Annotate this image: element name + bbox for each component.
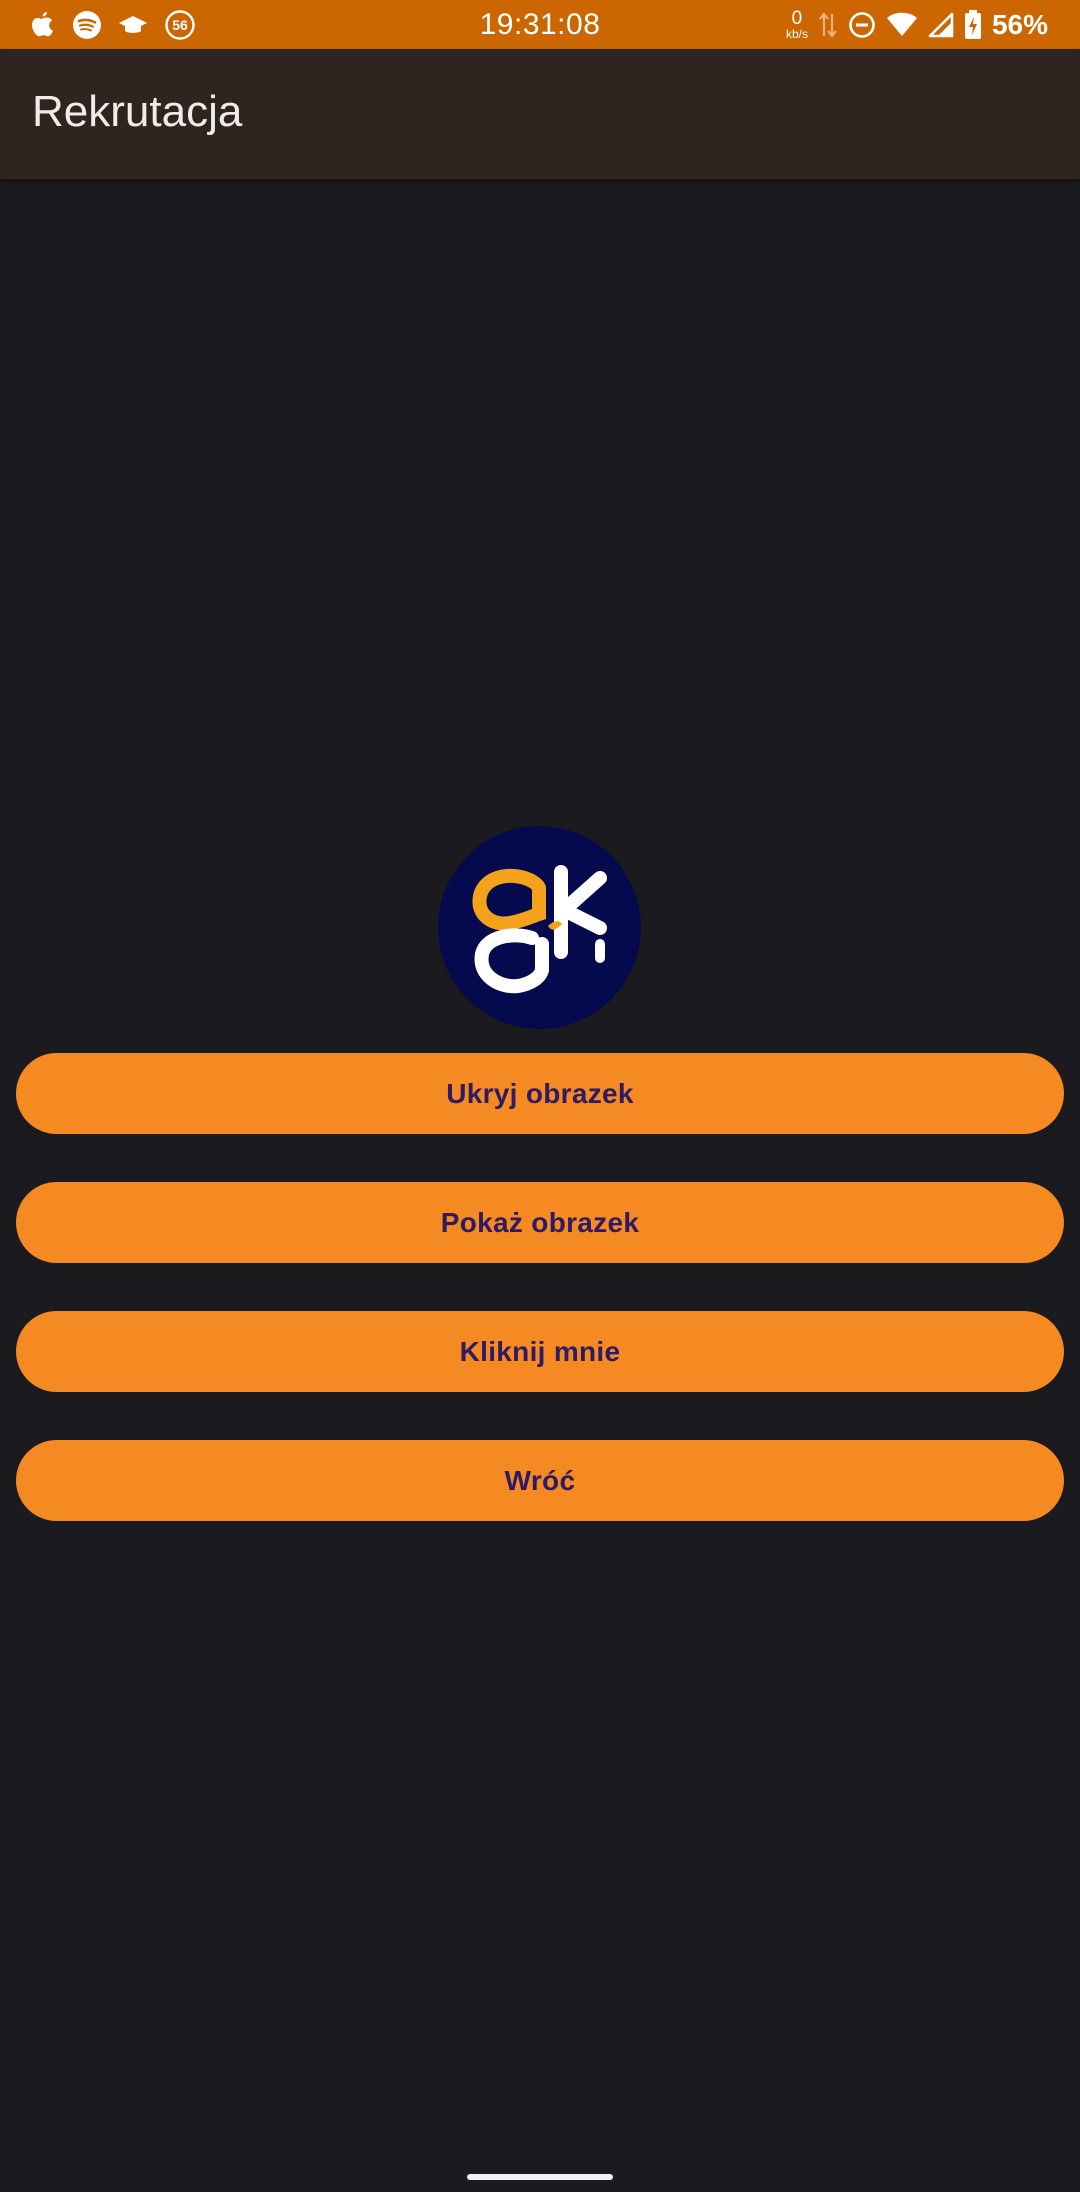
- status-right-icons: 0 kb/s 56%: [786, 6, 1048, 43]
- network-speed-unit: kb/s: [785, 27, 808, 41]
- click-me-button[interactable]: Kliknij mnie: [16, 1311, 1064, 1392]
- hide-image-button[interactable]: Ukryj obrazek: [16, 1053, 1064, 1134]
- back-button[interactable]: Wróć: [16, 1440, 1064, 1521]
- data-arrows-icon: [818, 10, 838, 40]
- page-title: Rekrutacja: [32, 87, 243, 136]
- wifi-icon: [886, 12, 918, 38]
- network-speed: 0 kb/s: [786, 9, 808, 40]
- do-not-disturb-icon: [848, 11, 876, 39]
- app-bar: Rekrutacja: [0, 49, 1080, 179]
- battery-percent: 56%: [991, 8, 1048, 40]
- gesture-navigation-handle[interactable]: [467, 2174, 613, 2180]
- show-image-button[interactable]: Pokaż obrazek: [16, 1182, 1064, 1263]
- network-speed-value: 0: [791, 8, 803, 29]
- status-bar: 56 19:31:08 0 kb/s 56%: [0, 0, 1080, 49]
- akai-logo-icon: [438, 826, 641, 1029]
- app-screen: 56 19:31:08 0 kb/s 56% Rekrutacja Ukryj …: [0, 0, 1080, 2192]
- cellular-signal-icon: [928, 12, 954, 38]
- battery-charging-icon: [964, 9, 982, 40]
